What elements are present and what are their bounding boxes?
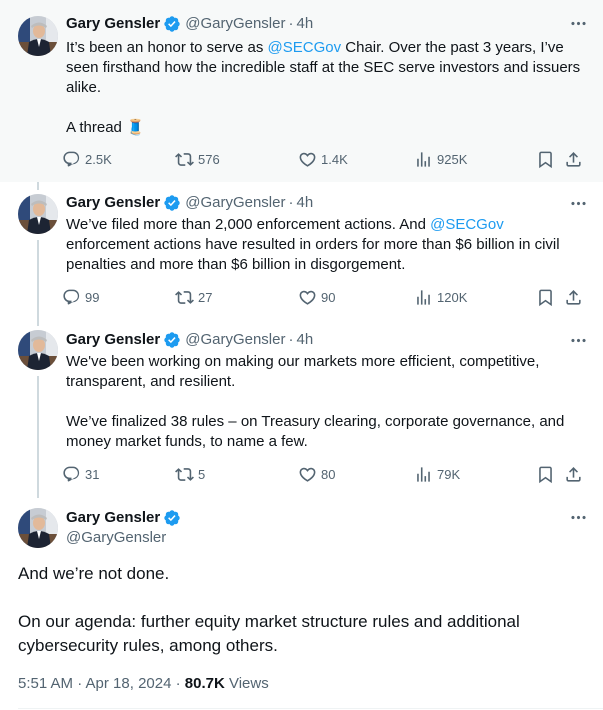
thread-tweet-1[interactable]: Gary Gensler @GaryGensler · 4h It’s been… <box>0 0 603 182</box>
repost-button[interactable]: 27 <box>175 286 212 308</box>
share-button[interactable] <box>564 148 587 170</box>
separator-dot: · <box>288 194 294 211</box>
more-options-icon[interactable] <box>567 12 589 34</box>
like-button[interactable]: 90 <box>298 286 335 308</box>
reply-icon <box>62 465 81 484</box>
tweet-text: We’ve filed more than 2,000 enforcement … <box>66 216 560 273</box>
action-bar: 31 5 80 79K <box>62 463 587 485</box>
thread-tweet-2[interactable]: Gary Gensler @GaryGensler · 4h We’ve fil… <box>0 182 603 320</box>
verified-badge-icon <box>163 331 181 349</box>
divider <box>18 708 603 709</box>
like-icon <box>298 150 317 169</box>
tweet-time[interactable]: 4h <box>296 330 313 350</box>
avatar[interactable] <box>18 330 58 370</box>
tweet-text: It’s been an honor to serve as @SECGov C… <box>66 39 581 136</box>
repost-icon <box>175 465 194 484</box>
more-options-icon[interactable] <box>567 192 589 214</box>
author-name[interactable]: Gary Gensler <box>66 14 160 34</box>
mention-link[interactable]: @SECGov <box>430 216 504 233</box>
reply-icon <box>62 288 81 307</box>
tweet-meta: 5:51 AM · Apr 18, 2024 · 80.7K Views <box>18 675 269 692</box>
tweet-time[interactable]: 4h <box>296 193 313 213</box>
reply-button[interactable]: 99 <box>62 286 99 308</box>
views-label: Views <box>228 675 269 692</box>
views-icon <box>414 150 433 169</box>
avatar[interactable] <box>18 508 58 548</box>
views-button[interactable]: 79K <box>414 463 460 485</box>
views-icon <box>414 465 433 484</box>
bookmark-button[interactable] <box>536 286 559 308</box>
bookmark-icon <box>536 150 555 169</box>
verified-badge-icon <box>163 509 181 527</box>
avatar[interactable] <box>18 194 58 234</box>
like-button[interactable]: 1.4K <box>298 148 348 170</box>
avatar[interactable] <box>18 16 58 56</box>
reply-icon <box>62 150 81 169</box>
author-handle[interactable]: @GaryGensler <box>185 193 285 213</box>
repost-button[interactable]: 5 <box>175 463 205 485</box>
mention-link[interactable]: @SECGov <box>268 39 342 56</box>
like-icon <box>298 288 317 307</box>
views-icon <box>414 288 433 307</box>
tweet-timestamp[interactable]: 5:51 AM · Apr 18, 2024 <box>18 675 171 692</box>
share-icon <box>564 150 583 169</box>
share-button[interactable] <box>564 463 587 485</box>
bookmark-button[interactable] <box>536 463 559 485</box>
thread-emoji-icon: 🧵 <box>126 119 145 136</box>
bookmark-icon <box>536 465 555 484</box>
views-count: 80.7K <box>184 675 225 692</box>
repost-icon <box>175 288 194 307</box>
views-button[interactable]: 120K <box>414 286 467 308</box>
tweet-header: Gary Gensler @GaryGensler · 4h <box>66 14 313 34</box>
tweet-time[interactable]: 4h <box>296 14 313 34</box>
author-handle[interactable]: @GaryGensler <box>185 330 285 350</box>
more-options-icon[interactable] <box>567 506 589 528</box>
main-tweet-text: And we’re not done. On our agenda: furth… <box>18 564 520 655</box>
author-name[interactable]: Gary Gensler <box>66 330 160 350</box>
author-name[interactable]: Gary Gensler <box>66 508 160 528</box>
tweet-header: Gary Gensler @GaryGensler · 4h <box>66 330 313 350</box>
separator-dot: · <box>288 15 294 32</box>
tweet-header: Gary Gensler @GaryGensler · 4h <box>66 193 313 213</box>
bookmark-icon <box>536 288 555 307</box>
main-tweet: Gary Gensler @GaryGensler And we’re not … <box>0 496 603 710</box>
action-bar: 99 27 90 120K <box>62 286 587 308</box>
separator-dot: · <box>288 331 294 348</box>
author-handle[interactable]: @GaryGensler <box>66 528 185 548</box>
like-icon <box>298 465 317 484</box>
share-icon <box>564 288 583 307</box>
views-button[interactable]: 925K <box>414 148 467 170</box>
tweet-text: We've been working on making our markets… <box>66 353 565 450</box>
author-name[interactable]: Gary Gensler <box>66 193 160 213</box>
reply-button[interactable]: 2.5K <box>62 148 112 170</box>
thread-tweet-3[interactable]: Gary Gensler @GaryGensler · 4h We've bee… <box>0 320 603 496</box>
verified-badge-icon <box>163 15 181 33</box>
tweet-header: Gary Gensler @GaryGensler <box>66 508 185 548</box>
repost-icon <box>175 150 194 169</box>
share-button[interactable] <box>564 286 587 308</box>
repost-button[interactable]: 576 <box>175 148 220 170</box>
more-options-icon[interactable] <box>567 329 589 351</box>
author-handle[interactable]: @GaryGensler <box>185 14 285 34</box>
action-bar: 2.5K 576 1.4K 925K <box>62 148 587 170</box>
bookmark-button[interactable] <box>536 148 559 170</box>
like-button[interactable]: 80 <box>298 463 335 485</box>
share-icon <box>564 465 583 484</box>
reply-button[interactable]: 31 <box>62 463 99 485</box>
verified-badge-icon <box>163 194 181 212</box>
